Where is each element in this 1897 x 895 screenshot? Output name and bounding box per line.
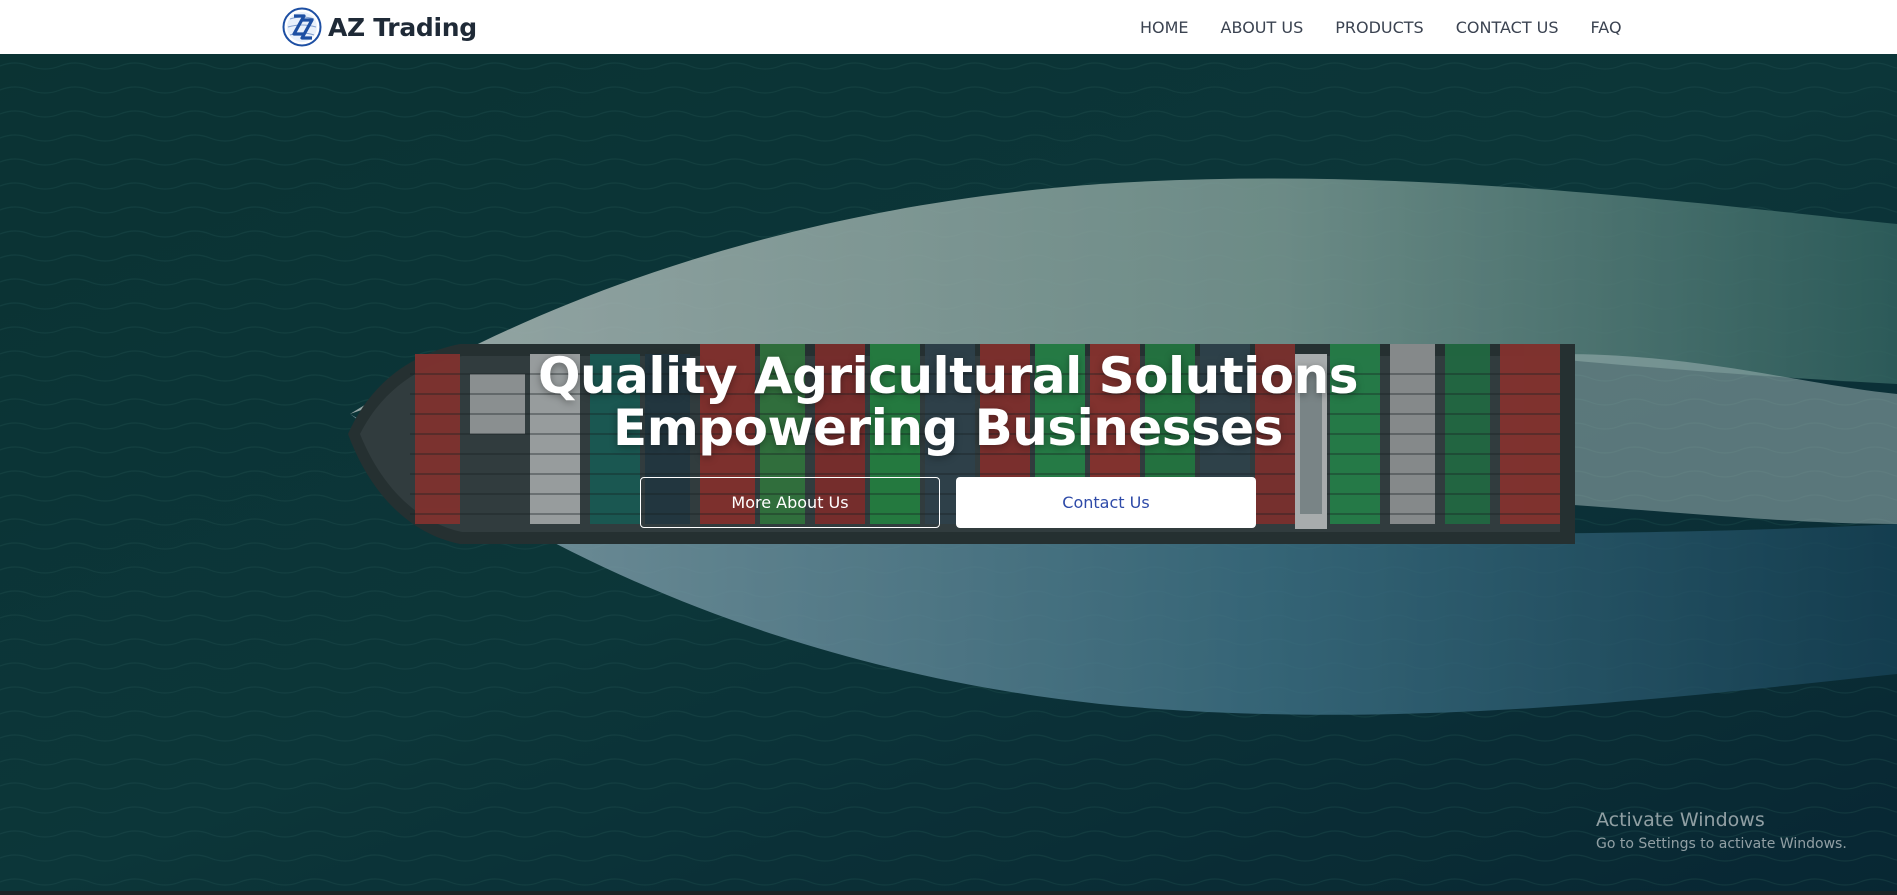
- top-navbar: AZ Trading HOME ABOUT US PRODUCTS CONTAC…: [0, 0, 1897, 54]
- watermark-subtitle: Go to Settings to activate Windows.: [1596, 836, 1847, 852]
- nav-link-home[interactable]: HOME: [1140, 18, 1189, 37]
- globe-az-logo-icon: [282, 7, 322, 47]
- hero-title: Quality Agricultural Solutions Empowerin…: [398, 350, 1498, 454]
- hero-title-line-2: Empowering Businesses: [613, 399, 1283, 457]
- hero-section: Quality Agricultural Solutions Empowerin…: [0, 54, 1897, 895]
- nav-link-about-us[interactable]: ABOUT US: [1221, 18, 1304, 37]
- nav-link-contact-us[interactable]: CONTACT US: [1456, 18, 1559, 37]
- watermark-title: Activate Windows: [1596, 809, 1765, 831]
- brand-home-link[interactable]: AZ Trading: [282, 5, 477, 49]
- contact-us-button[interactable]: Contact Us: [956, 477, 1256, 528]
- brand-name: AZ Trading: [328, 12, 477, 42]
- more-about-us-button[interactable]: More About Us: [640, 477, 940, 528]
- hero-overlay: [0, 54, 1897, 895]
- windows-activation-watermark: Activate Windows Go to Settings to activ…: [1596, 808, 1847, 854]
- bottom-edge-strip: [0, 891, 1897, 895]
- main-nav: HOME ABOUT US PRODUCTS CONTACT US FAQ: [1140, 0, 1622, 54]
- hero-title-line-1: Quality Agricultural Solutions: [538, 347, 1358, 405]
- nav-link-products[interactable]: PRODUCTS: [1335, 18, 1424, 37]
- nav-link-faq[interactable]: FAQ: [1591, 18, 1622, 37]
